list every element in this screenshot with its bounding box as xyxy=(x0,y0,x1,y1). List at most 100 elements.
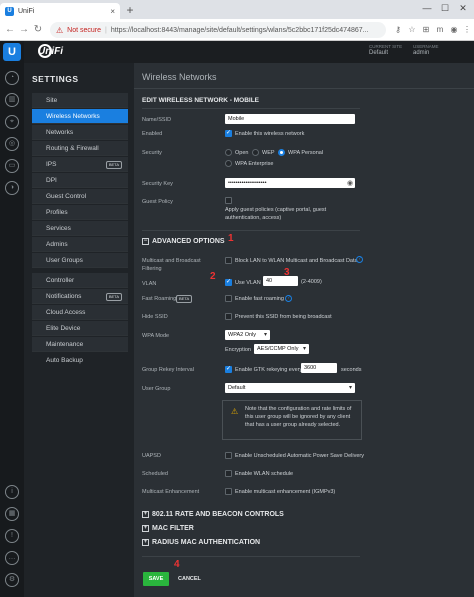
menu-icon[interactable]: ⋮ xyxy=(461,23,473,37)
gtk-rekey-checkbox[interactable] xyxy=(225,365,232,373)
sidebar-item-label: Admins xyxy=(46,241,68,248)
url-field[interactable]: ⚠ Not secure | https://localhost:8443/ma… xyxy=(50,22,386,38)
key-icon[interactable]: ⚷ xyxy=(392,23,404,37)
gtk-interval-input[interactable]: 3600 xyxy=(301,363,337,373)
radius-mac-toggle[interactable]: + RADIUS MAC AUTHENTICATION xyxy=(142,539,260,546)
sidebar-item-admins[interactable]: Admins xyxy=(32,237,128,252)
sidebar-item-elite-device[interactable]: Elite Device xyxy=(32,321,128,336)
beta-badge: BETA xyxy=(105,293,122,301)
devices-icon[interactable]: ◎ xyxy=(5,137,19,151)
sidebar-item-notifications[interactable]: Notifications BETA xyxy=(32,289,128,304)
multicast-filter-text: Block LAN to WLAN Multicast and Broadcas… xyxy=(235,258,358,264)
extension-icon[interactable]: ⊞ xyxy=(420,23,432,37)
sidebar-item-routing-firewall[interactable]: Routing & Firewall xyxy=(32,141,128,156)
username-select[interactable]: admin xyxy=(413,50,429,56)
sidebar-item-cloud-access[interactable]: Cloud Access xyxy=(32,305,128,320)
save-button[interactable]: SAVE xyxy=(143,572,169,586)
hide-ssid-checkbox[interactable] xyxy=(225,313,232,320)
sidebar-item-guest-control[interactable]: Guest Control xyxy=(32,189,128,204)
guest-policy-text: Apply guest policies (captive portal, gu… xyxy=(225,207,327,221)
security-wpa-radio[interactable] xyxy=(278,149,285,156)
radius-mac-title: RADIUS MAC AUTHENTICATION xyxy=(152,539,261,546)
sidebar-item-ips[interactable]: IPS BETA xyxy=(32,157,128,172)
brand-name: UniFi xyxy=(38,45,63,57)
expand-icon: + xyxy=(142,525,149,532)
sidebar-item-auto-backup[interactable]: Auto Backup xyxy=(32,353,128,368)
guest-policy-label: Guest Policy xyxy=(142,199,173,205)
clients-icon[interactable]: ▭ xyxy=(5,159,19,173)
statistics-icon[interactable]: ▥ xyxy=(5,93,19,107)
mac-filter-toggle[interactable]: + MAC FILTER xyxy=(142,525,194,532)
sidebar-item-label: Routing & Firewall xyxy=(46,145,99,152)
help-icon[interactable]: ? xyxy=(285,295,292,302)
user-group-select[interactable]: Default xyxy=(225,383,355,393)
security-wep-radio[interactable] xyxy=(252,149,259,156)
wpa-mode-select[interactable]: WPA2 Only xyxy=(225,330,270,340)
help-icon[interactable]: ? xyxy=(356,256,363,263)
browser-tab[interactable]: U UniFi × xyxy=(0,3,120,19)
unifi-favicon-icon: U xyxy=(5,6,14,16)
sidebar-item-maintenance[interactable]: Maintenance xyxy=(32,337,128,352)
sidebar-item-dpi[interactable]: DPI xyxy=(32,173,128,188)
current-site-select[interactable]: Default xyxy=(369,50,388,56)
events-icon[interactable]: ▦ xyxy=(5,507,19,521)
security-label: Security xyxy=(142,150,162,156)
insights-icon[interactable]: ◑ xyxy=(5,181,19,195)
new-tab-button[interactable]: + xyxy=(123,3,137,17)
show-password-eye-icon[interactable]: ◉ xyxy=(347,179,353,187)
ssid-input[interactable]: Mobile xyxy=(225,114,355,124)
settings-gear-icon[interactable]: ⚙ xyxy=(5,573,19,587)
multicast-enhancement-checkbox[interactable] xyxy=(225,488,232,495)
extension-m-icon[interactable]: m xyxy=(434,23,446,37)
security-wpa-enterprise-radio[interactable] xyxy=(225,160,232,167)
advanced-options-toggle[interactable]: − ADVANCED OPTIONS xyxy=(142,238,225,245)
reload-icon[interactable]: ↻ xyxy=(32,23,44,37)
dashboard-icon[interactable]: ◔ xyxy=(5,71,19,85)
forward-icon[interactable]: → xyxy=(18,23,30,37)
star-icon[interactable]: ☆ xyxy=(406,23,418,37)
alerts-icon[interactable]: ! xyxy=(5,529,19,543)
profile-icon[interactable]: ◉ xyxy=(448,23,460,37)
back-icon[interactable]: ← xyxy=(4,23,16,37)
sidebar-item-networks[interactable]: Networks xyxy=(32,125,128,140)
sidebar-item-profiles[interactable]: Profiles xyxy=(32,205,128,220)
multicast-filter-label: Multicast and Broadcast Filtering xyxy=(142,258,201,272)
enabled-label: Enabled xyxy=(142,131,163,137)
url-text: https://localhost:8443/manage/site/defau… xyxy=(110,26,369,34)
sidebar-item-services[interactable]: Services xyxy=(32,221,128,236)
enabled-checkbox[interactable] xyxy=(225,129,232,137)
multicast-enhancement-text: Enable multicast enhancement (IGMPv3) xyxy=(235,489,336,495)
security-open-radio[interactable] xyxy=(225,149,232,156)
tab-close-icon[interactable]: × xyxy=(110,7,115,16)
uapsd-checkbox[interactable] xyxy=(225,452,232,459)
annotation-3: 3 xyxy=(284,267,290,278)
fast-roaming-checkbox[interactable] xyxy=(225,295,232,302)
scheduled-checkbox[interactable] xyxy=(225,470,232,477)
app-header xyxy=(24,41,474,63)
sidebar-item-site[interactable]: Site xyxy=(32,93,128,108)
maximize-icon[interactable]: ☐ xyxy=(438,2,452,14)
unifi-logo-icon[interactable]: U xyxy=(3,43,21,61)
security-key-input[interactable]: •••••••••••••••••••• xyxy=(225,178,355,188)
divider xyxy=(142,556,360,557)
wpa-mode-label: WPA Mode xyxy=(142,333,170,339)
info-icon[interactable]: i xyxy=(5,485,19,499)
minimize-icon[interactable]: — xyxy=(420,2,434,14)
gtk-rekey-text: Enable GTK rekeying every xyxy=(235,367,303,373)
close-window-icon[interactable]: ✕ xyxy=(456,2,470,14)
multicast-filter-checkbox[interactable] xyxy=(225,257,232,264)
left-rail: U ◔ ▥ ⌖ ◎ ▭ ◑ i ▦ ! … ⚙ xyxy=(0,41,24,597)
rate-beacon-toggle[interactable]: + 802.11 RATE AND BEACON CONTROLS xyxy=(142,511,284,518)
cancel-button[interactable]: CANCEL xyxy=(178,572,201,586)
guest-policy-checkbox[interactable] xyxy=(225,197,232,204)
sidebar-item-wireless-networks[interactable]: Wireless Networks xyxy=(32,109,128,124)
chat-icon[interactable]: … xyxy=(5,551,19,565)
scheduled-label: Scheduled xyxy=(142,471,168,477)
vlan-id-input[interactable]: 40 xyxy=(263,276,298,286)
sidebar-item-controller[interactable]: Controller xyxy=(32,273,128,288)
fast-roaming-text: Enable fast roaming xyxy=(235,296,284,302)
use-vlan-checkbox[interactable] xyxy=(225,278,232,286)
map-icon[interactable]: ⌖ xyxy=(5,115,19,129)
sidebar-item-user-groups[interactable]: User Groups xyxy=(32,253,128,268)
encryption-select[interactable]: AES/CCMP Only xyxy=(254,344,309,354)
